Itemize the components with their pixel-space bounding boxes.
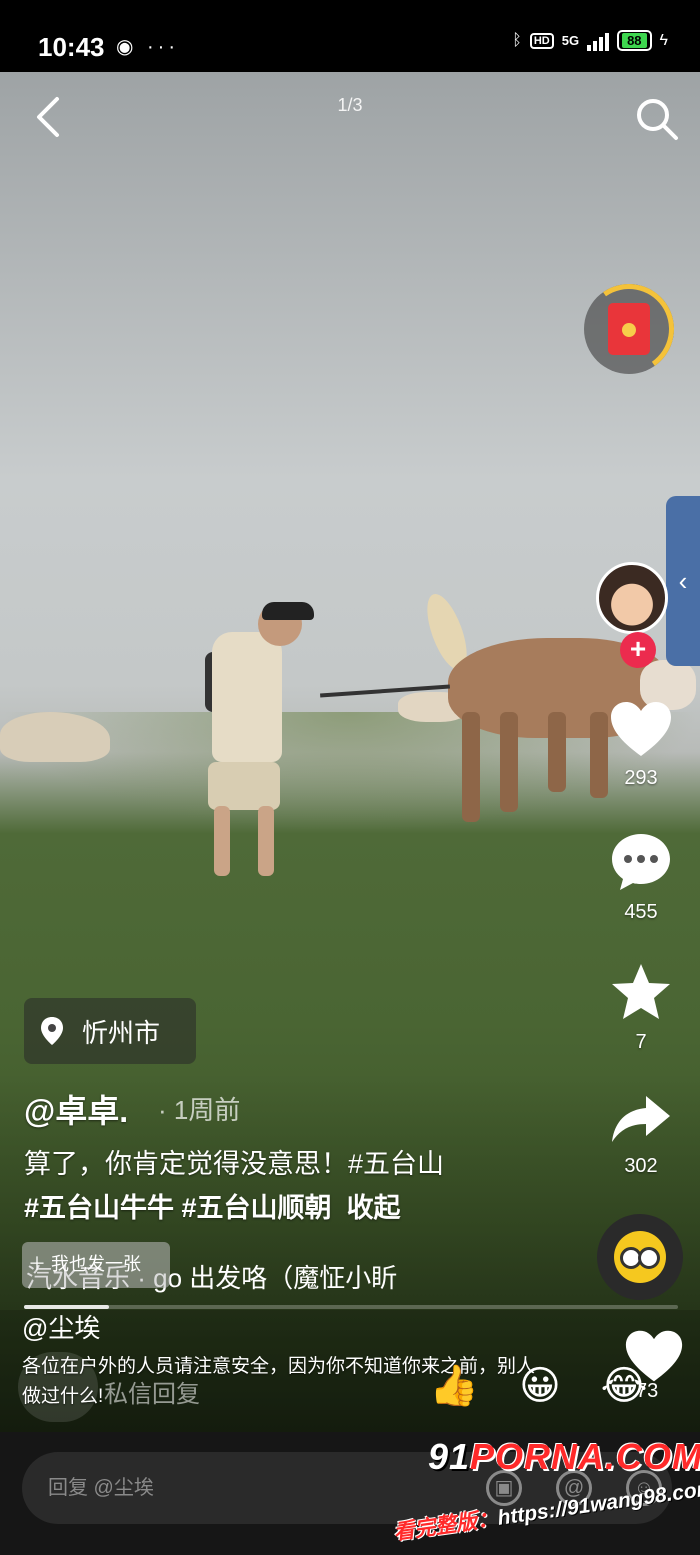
post-same-image-button[interactable]: ＋ 我也发一张 xyxy=(22,1242,170,1288)
person-leg xyxy=(258,806,274,876)
glasses-emoji-icon xyxy=(614,1231,666,1283)
resting-cow xyxy=(0,712,110,762)
comment-icon xyxy=(612,834,670,890)
red-packet-button[interactable] xyxy=(576,276,682,382)
signal-icon xyxy=(587,31,610,51)
charging-icon: ϟ xyxy=(659,31,668,49)
music-disc[interactable] xyxy=(597,1214,683,1300)
star-icon xyxy=(612,964,670,1019)
bluetooth-icon: ᛒ xyxy=(512,31,522,49)
cow-leg xyxy=(462,712,480,822)
cow-leg xyxy=(500,712,518,812)
smile-emoji-button[interactable]: 😀 xyxy=(512,1358,568,1414)
network-label: 5G xyxy=(561,33,580,48)
chevron-left-icon: ‹ xyxy=(678,565,688,596)
heart-icon xyxy=(611,702,671,756)
shorts xyxy=(208,762,280,810)
location-label: 忻州市 xyxy=(82,1017,161,1048)
search-button[interactable] xyxy=(634,96,680,142)
like-count: 293 xyxy=(624,767,658,789)
person-leg xyxy=(214,806,230,876)
collapse-link[interactable]: 收起 xyxy=(347,1193,401,1223)
author-name[interactable]: @卓卓. xyxy=(24,1086,128,1132)
share-count: 302 xyxy=(624,1155,658,1177)
comment-count: 455 xyxy=(624,901,658,923)
notification-icons: ◉ ··· xyxy=(116,36,179,58)
battery-level: 88 xyxy=(622,33,647,48)
watermark: 91PORNA.COM 看完整版：https://91wang98.com xyxy=(392,1426,700,1552)
favorite-count: 7 xyxy=(635,1031,647,1053)
image-page-counter: 1/3 xyxy=(337,95,363,115)
status-right-icons: ᛒ HD 5G 88 ϟ xyxy=(512,30,668,51)
caption-line-2: #五台山牛牛 #五台山顺朝 收起 xyxy=(24,1186,564,1230)
location-tag[interactable]: 忻州市 xyxy=(24,998,196,1064)
share-button[interactable]: 302 xyxy=(600,1094,682,1178)
plus-icon: ＋ xyxy=(28,1254,52,1274)
watermark-url-prefix: 看完整版： xyxy=(392,1507,500,1545)
watermark-url-text: https://91wang98.com xyxy=(496,1476,700,1530)
status-bar: 10:43 ◉ ··· ᛒ HD 5G 88 ϟ xyxy=(0,0,700,72)
comment-like-heart-icon[interactable] xyxy=(624,1326,684,1386)
search-icon xyxy=(637,99,678,140)
watermark-logo-text: PORNA.COM xyxy=(470,1436,700,1477)
comment-button[interactable]: 455 xyxy=(600,832,682,924)
person xyxy=(212,632,282,762)
hd-icon: HD xyxy=(529,32,554,49)
red-envelope-icon xyxy=(608,303,650,355)
share-arrow-icon xyxy=(612,1096,670,1142)
status-time: 10:43 xyxy=(38,32,105,62)
side-drawer-tab[interactable]: ‹ xyxy=(666,496,700,666)
comment-user[interactable]: @尘埃 xyxy=(22,1308,100,1345)
thumbs-up-emoji-button[interactable]: 👍 xyxy=(426,1358,482,1414)
comment-like-count: 73 xyxy=(636,1380,659,1402)
caption-line-1: 算了，你肯定觉得没意思！#五台山 xyxy=(24,1149,445,1179)
post-time: · 1周前 xyxy=(158,1095,241,1125)
watermark-logo-prefix: 91 xyxy=(428,1436,471,1477)
post-same-image-label: 我也发一张 xyxy=(51,1254,142,1274)
like-button[interactable]: 293 xyxy=(600,700,682,790)
author-avatar[interactable] xyxy=(596,562,668,634)
follow-button[interactable]: + xyxy=(620,632,656,668)
cap xyxy=(262,602,314,620)
watermark-logo: 91PORNA.COM xyxy=(428,1436,700,1478)
watermark-url: 看完整版：https://91wang98.com xyxy=(391,1472,700,1547)
location-pin-icon xyxy=(41,1017,63,1045)
cow-leg xyxy=(548,712,566,792)
image-progress-bar[interactable] xyxy=(24,1305,678,1309)
battery-icon: 88 xyxy=(617,30,652,51)
caption-hashtags[interactable]: #五台山牛牛 #五台山顺朝 xyxy=(24,1193,332,1223)
favorite-button[interactable]: 7 xyxy=(600,962,682,1054)
post-caption: 算了，你肯定觉得没意思！#五台山 #五台山牛牛 #五台山顺朝 收起 xyxy=(24,1142,564,1230)
